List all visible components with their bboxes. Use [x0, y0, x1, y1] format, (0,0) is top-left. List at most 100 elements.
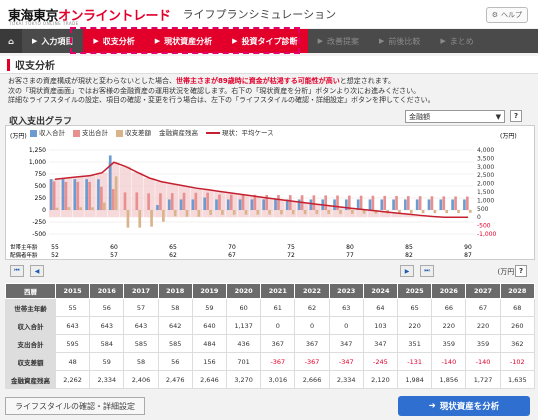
expense-bar	[135, 192, 139, 210]
expense-bar	[52, 181, 56, 210]
right-tick-label: 2,500	[477, 172, 494, 179]
left-tick-label: -500	[32, 231, 46, 238]
help-label: ヘルプ	[501, 11, 522, 19]
left-tick-label: 1,000	[29, 159, 46, 166]
expense-bar	[466, 196, 469, 210]
diff-bar	[468, 210, 472, 213]
diff-bar	[433, 210, 437, 214]
table-cell: 2,334	[89, 370, 125, 389]
expense-bar	[76, 181, 80, 210]
right-tick-label: -1,000	[477, 231, 497, 238]
main-nav: ⌂ ▶ 入力項目 ▶ 収支分析 ▶ 現状資産分析 ▶ 投資タイプ診断 ▶ 改善提案 ▶ 前後…	[0, 29, 538, 53]
expense-bar	[359, 195, 363, 210]
table-header-row: 西暦 2015 2016 2017 2018 2019 2020 2021 2022 2023 20…	[5, 283, 536, 299]
tab-investment-type[interactable]: ▶ 投資タイプ診断	[222, 29, 308, 53]
table-cell: 351	[397, 334, 433, 353]
chart-help-icon[interactable]: ?	[510, 110, 522, 122]
income-bar	[451, 199, 454, 210]
table-cell: 585	[157, 334, 193, 353]
table-cell: 63	[328, 298, 364, 317]
spouse-age-tick: 87	[464, 252, 472, 259]
table-cell: -102	[499, 352, 536, 371]
diff-bar	[197, 210, 201, 217]
left-tick-label: 750	[35, 171, 47, 178]
chart-type-select[interactable]: 金融額 ▼	[405, 110, 505, 123]
income-bar	[368, 199, 372, 210]
chart-panel: (万円) (万円) 1,250 1,000 750 500 250 0 -250 -500 4,00…	[5, 125, 535, 260]
income-bar	[380, 199, 384, 210]
diff-bar	[244, 210, 248, 215]
scroll-prev-button[interactable]: ◀	[30, 265, 44, 277]
diff-bar	[67, 207, 71, 210]
table-cell: 0	[328, 316, 364, 335]
year-header: 2020	[226, 283, 262, 299]
table-row: 収支差額 48 59 58 56 156 701 -367 -367 -347 -245 -131 -1…	[5, 352, 536, 371]
table-cell: 347	[328, 334, 364, 353]
diff-bar	[256, 210, 260, 215]
table-cell: 3,016	[260, 370, 296, 389]
tab-income-analysis[interactable]: ▶ 収支分析	[83, 29, 145, 53]
home-icon[interactable]: ⌂	[0, 29, 22, 53]
analyze-assets-button[interactable]: ➜ 現状資産を分析	[398, 396, 530, 416]
row-label: 金融資産残高	[5, 370, 56, 389]
right-tick-label: 0	[477, 214, 481, 221]
brand-subtitle: TOKAI TOKYO ONLINE TRADE	[9, 21, 79, 26]
head-age-tick: 55	[51, 244, 59, 251]
table-cell: -140	[431, 352, 467, 371]
head-age-label: 世帯主年齢	[10, 243, 38, 251]
scroll-last-button[interactable]: ⏭	[420, 265, 434, 277]
table-cell: 1,856	[431, 370, 467, 389]
income-bar	[226, 199, 230, 210]
expense-bar	[194, 192, 198, 210]
diff-bar	[209, 210, 212, 215]
expense-bar	[170, 193, 174, 210]
table-cell: 156	[191, 352, 228, 371]
table-cell: 103	[362, 316, 399, 335]
expense-bar	[336, 195, 339, 210]
table-cell: 3,270	[226, 370, 262, 389]
diff-bar	[268, 210, 271, 215]
tab-improvement: ▶ 改善提案	[317, 36, 359, 46]
income-bar	[415, 199, 419, 210]
diff-bar	[55, 207, 59, 210]
table-cell: 585	[123, 334, 159, 353]
head-age-tick: 65	[169, 244, 177, 251]
year-header: 2018	[157, 283, 193, 299]
diff-bar	[173, 210, 177, 217]
income-bar	[238, 199, 242, 210]
section-header: 収支分析	[0, 56, 538, 74]
description: お客さまの資産構成が現状と変わらないとした場合、世帯主さまが89歳時に資金が枯渇…	[8, 77, 435, 104]
tab-input[interactable]: ▶ 入力項目	[22, 29, 83, 53]
diff-bar	[162, 210, 165, 222]
income-bar	[73, 179, 77, 210]
left-tick-label: 500	[35, 183, 47, 190]
table-help-icon[interactable]: ?	[515, 265, 527, 277]
table-cell: 220	[397, 316, 433, 335]
help-button[interactable]: ⚙ ヘルプ	[485, 7, 528, 23]
scroll-first-button[interactable]: ⏮	[10, 265, 24, 277]
right-tick-label: -500	[477, 223, 491, 230]
table-cell: 2,646	[191, 370, 228, 389]
chart-scroll: ⏮ ◀ ▶ ⏭ (万円) ?	[5, 265, 535, 279]
warning-text: 世帯主さまが89歳時に資金が枯渇する可能性が高い	[176, 77, 340, 85]
tab-asset-analysis[interactable]: ▶ 現状資産分析	[144, 29, 223, 53]
arrow-right-icon: ➜	[428, 401, 436, 411]
head-age-tick: 80	[346, 244, 354, 251]
table-cell: 0	[260, 316, 296, 335]
table-cell: 56	[157, 352, 193, 371]
diff-bar	[339, 210, 342, 214]
table-cell: 60	[226, 298, 262, 317]
year-header: 2027	[465, 283, 501, 299]
expense-bar	[88, 181, 91, 210]
spouse-age-tick: 62	[169, 252, 177, 259]
lifestyle-settings-button[interactable]: ライフスタイルの確認・詳細設定	[5, 397, 145, 415]
legend-assets: 金融資産残高	[159, 129, 198, 137]
table-cell: 68	[499, 298, 536, 317]
table-cell: 56	[89, 298, 125, 317]
income-bar	[203, 197, 207, 210]
section-accent	[7, 58, 10, 71]
expense-bar	[241, 194, 245, 210]
scroll-next-button[interactable]: ▶	[400, 265, 414, 277]
table-cell: 359	[465, 334, 501, 353]
left-tick-label: 0	[42, 207, 46, 214]
